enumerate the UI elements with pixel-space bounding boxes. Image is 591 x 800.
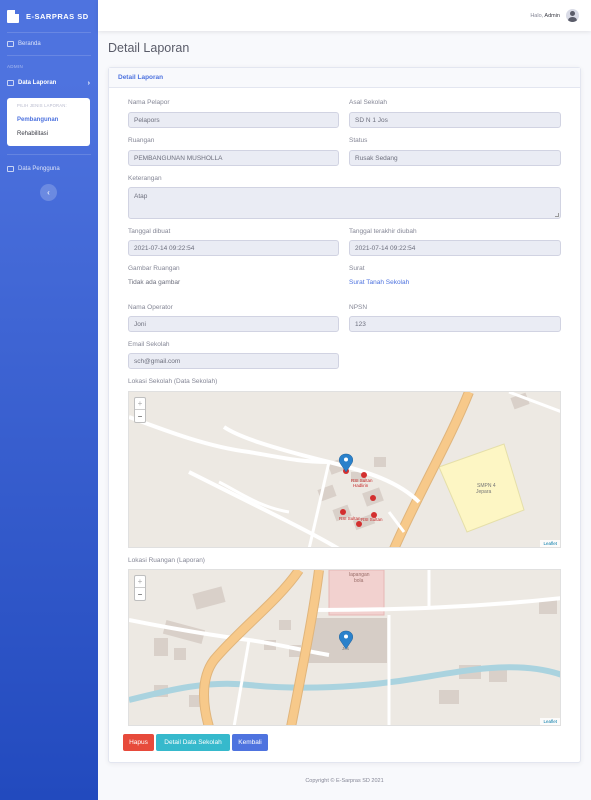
map-place-label: Hadlirin [353, 483, 369, 488]
label-gambar-ruangan: Gambar Ruangan [128, 265, 180, 272]
sidebar-item-beranda[interactable]: Beranda [0, 33, 98, 55]
label-ruangan: Ruangan [128, 137, 155, 144]
ruangan-field[interactable]: PEMBANGUNAN MUSHOLLA [128, 150, 339, 166]
label-lokasi-ruangan: Lokasi Ruangan (Laporan) [128, 557, 205, 564]
hapus-button[interactable]: Hapus [123, 734, 154, 751]
map-zoom-control: + − [134, 397, 146, 423]
map-place-label: RSI Sultan [339, 516, 361, 521]
map-lokasi-ruangan[interactable]: lapangan bola Jos + − Leaflet [128, 569, 561, 726]
sidebar-divider [7, 55, 91, 56]
topbar: Halo, Admin [98, 0, 591, 31]
sidebar: E-SARPRAS SD Beranda ADMIN Data Laporan … [0, 0, 98, 800]
map-tiles: RSI Sultan Hadlirin RSI Sultan RSI Sulta… [129, 392, 560, 547]
keterangan-value: Atap [134, 193, 148, 200]
label-asal-sekolah: Asal Sekolah [349, 99, 387, 106]
users-icon [7, 166, 14, 172]
sidebar-toggle-button[interactable]: ‹ [40, 184, 57, 201]
kembali-button[interactable]: Kembali [232, 734, 268, 751]
status-field[interactable]: Rusak Sedang [349, 150, 561, 166]
detail-data-sekolah-button[interactable]: Detail Data Sekolah [156, 734, 230, 751]
map-lokasi-sekolah[interactable]: RSI Sultan Hadlirin RSI Sultan RSI Sulta… [128, 391, 561, 548]
gambar-ruangan-value: Tidak ada gambar [128, 279, 181, 286]
map-place-label: RSI Sultan [361, 517, 383, 522]
asal-sekolah-field[interactable]: SD N 1 Jos [349, 112, 561, 128]
page-title: Detail Laporan [108, 41, 190, 55]
submenu-item-rehabilitasi[interactable]: Rehabilitasi [7, 127, 90, 141]
zoom-out-button[interactable]: − [135, 410, 145, 422]
greeting-text: Halo, [530, 12, 544, 19]
sidebar-item-data-laporan[interactable]: Data Laporan › [0, 72, 98, 94]
map-place-label: Jepara [476, 489, 492, 495]
map-zoom-control: + − [134, 575, 146, 601]
surat-link[interactable]: Surat Tanah Sekolah [349, 279, 409, 286]
nama-operator-field[interactable]: Joni [128, 316, 339, 332]
label-status: Status [349, 137, 368, 144]
map-tiles: lapangan bola Jos [129, 570, 560, 725]
label-keterangan: Keterangan [128, 175, 162, 182]
table-icon [7, 80, 14, 86]
avatar[interactable] [566, 9, 579, 22]
zoom-in-button[interactable]: + [135, 576, 145, 588]
user-greeting[interactable]: Halo, Admin [530, 13, 560, 19]
npsn-field[interactable]: 123 [349, 316, 561, 332]
label-tanggal-diubah: Tanggal terakhir diubah [349, 228, 417, 235]
chevron-right-icon: › [87, 79, 90, 87]
nama-pelapor-field[interactable]: Pelapors [128, 112, 339, 128]
map-place-label: bola [354, 578, 364, 584]
brand-name: E-SARPRAS SD [26, 11, 89, 21]
label-tanggal-dibuat: Tanggal dibuat [128, 228, 171, 235]
resize-handle-icon[interactable] [555, 213, 559, 217]
sidebar-item-label: Data Laporan [18, 80, 57, 86]
brand[interactable]: E-SARPRAS SD [0, 0, 98, 32]
label-npsn: NPSN [349, 304, 368, 311]
sidebar-heading: ADMIN [7, 64, 23, 69]
keterangan-textarea[interactable]: Atap [128, 187, 561, 219]
sidebar-divider [7, 154, 91, 155]
user-name: Admin [544, 12, 560, 19]
submenu-laporan: PILIH JENIS LAPORAN: Pembangunan Rehabil… [7, 98, 90, 146]
leaflet-attribution-link[interactable]: Leaflet [540, 540, 560, 547]
sidebar-item-data-pengguna[interactable]: Data Pengguna [0, 158, 98, 180]
label-email-sekolah: Email Sekolah [128, 341, 170, 348]
tanggal-dibuat-field[interactable]: 2021-07-14 09:22:54 [128, 240, 339, 256]
zoom-out-button[interactable]: − [135, 588, 145, 600]
label-surat: Surat [349, 265, 365, 272]
email-sekolah-field[interactable]: sch@gmail.com [128, 353, 339, 369]
tanggal-diubah-field[interactable]: 2021-07-14 09:22:54 [349, 240, 561, 256]
dashboard-icon [7, 41, 14, 47]
card-header: Detail Laporan [109, 68, 580, 88]
sidebar-item-label: Beranda [18, 41, 41, 47]
chevron-left-icon: ‹ [47, 188, 50, 197]
footer-copyright: Copyright © E-Sarpras SD 2021 [305, 778, 384, 784]
leaflet-attribution-link[interactable]: Leaflet [540, 718, 560, 725]
sidebar-item-label: Data Pengguna [18, 166, 60, 172]
submenu-item-pembangunan[interactable]: Pembangunan [7, 113, 90, 127]
zoom-in-button[interactable]: + [135, 398, 145, 410]
label-nama-operator: Nama Operator [128, 304, 173, 311]
label-lokasi-sekolah: Lokasi Sekolah (Data Sekolah) [128, 378, 218, 385]
document-icon [7, 9, 19, 23]
submenu-heading: PILIH JENIS LAPORAN: [17, 103, 67, 108]
label-nama-pelapor: Nama Pelapor [128, 99, 170, 106]
